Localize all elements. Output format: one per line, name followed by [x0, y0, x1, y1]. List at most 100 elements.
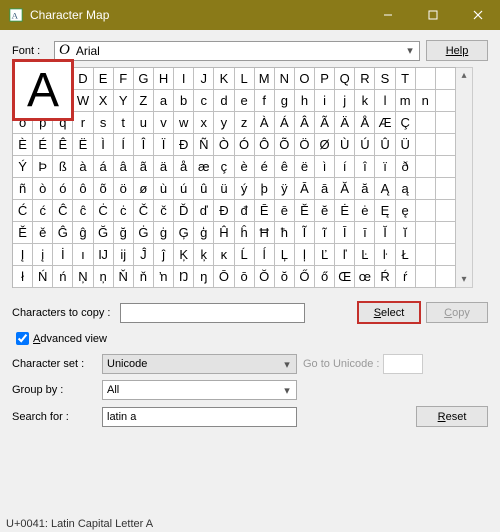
char-cell[interactable]: ð [396, 156, 416, 178]
char-cell[interactable]: Ŕ [375, 266, 395, 288]
char-cell[interactable]: ġ [154, 222, 174, 244]
char-cell[interactable]: Ë [73, 134, 93, 156]
char-cell[interactable] [436, 156, 456, 178]
char-cell[interactable]: İ [53, 244, 73, 266]
char-cell[interactable]: Ę [375, 200, 395, 222]
select-button[interactable]: Select [358, 302, 420, 323]
char-cell[interactable]: i [315, 90, 335, 112]
char-cell[interactable]: Ý [13, 156, 33, 178]
char-cell[interactable]: Ė [335, 200, 355, 222]
char-cell[interactable]: L [235, 68, 255, 90]
char-cell[interactable]: ó [53, 178, 73, 200]
character-grid[interactable]: ABCDEFGHIJKLMNOPQRST VWXYZabcdefghijklmn… [12, 67, 456, 288]
char-cell[interactable]: ú [174, 178, 194, 200]
char-cell[interactable] [416, 156, 436, 178]
char-cell[interactable]: į [33, 244, 53, 266]
char-cell[interactable]: ę [396, 200, 416, 222]
char-cell[interactable]: H [154, 68, 174, 90]
char-cell[interactable]: ĵ [154, 244, 174, 266]
char-cell[interactable]: ā [315, 178, 335, 200]
reset-button[interactable]: Reset [416, 406, 488, 427]
char-cell[interactable]: č [154, 200, 174, 222]
char-cell[interactable]: ŕ [396, 266, 416, 288]
char-cell[interactable]: â [114, 156, 134, 178]
char-cell[interactable]: Î [134, 134, 154, 156]
char-cell[interactable]: ł [13, 266, 33, 288]
char-cell[interactable]: W [73, 90, 93, 112]
char-cell[interactable]: ü [214, 178, 234, 200]
char-cell[interactable]: Ó [235, 134, 255, 156]
char-cell[interactable]: Ĉ [53, 200, 73, 222]
char-cell[interactable]: Ù [335, 134, 355, 156]
grid-scrollbar[interactable]: ▴ ▾ [456, 67, 473, 288]
char-cell[interactable]: ï [375, 156, 395, 178]
char-cell[interactable]: Ď [174, 200, 194, 222]
char-cell[interactable]: ĸ [214, 244, 234, 266]
char-cell[interactable]: ħ [275, 222, 295, 244]
char-cell[interactable]: Ŋ [174, 266, 194, 288]
char-cell[interactable]: v [154, 112, 174, 134]
char-cell[interactable]: ç [214, 156, 234, 178]
char-cell[interactable]: à [73, 156, 93, 178]
char-cell[interactable]: Ĥ [214, 222, 234, 244]
char-cell[interactable] [436, 134, 456, 156]
char-cell[interactable]: k [355, 90, 375, 112]
char-cell[interactable]: ö [114, 178, 134, 200]
char-cell[interactable]: Ě [13, 222, 33, 244]
char-cell[interactable] [416, 266, 436, 288]
char-cell[interactable]: Ĭ [375, 222, 395, 244]
help-button[interactable]: Help [426, 40, 488, 61]
char-cell[interactable]: ä [154, 156, 174, 178]
char-cell[interactable]: ō [235, 266, 255, 288]
char-cell[interactable]: h [295, 90, 315, 112]
char-cell[interactable]: X [94, 90, 114, 112]
char-cell[interactable] [416, 68, 436, 90]
char-cell[interactable]: ğ [114, 222, 134, 244]
char-cell[interactable]: ø [134, 178, 154, 200]
char-cell[interactable]: Ñ [194, 134, 214, 156]
char-cell[interactable]: Í [114, 134, 134, 156]
char-cell[interactable]: é [255, 156, 275, 178]
char-cell[interactable]: Û [375, 134, 395, 156]
char-cell[interactable]: S [375, 68, 395, 90]
char-cell[interactable]: ċ [114, 200, 134, 222]
char-cell[interactable]: ē [275, 200, 295, 222]
char-cell[interactable]: Č [134, 200, 154, 222]
char-cell[interactable]: ĭ [396, 222, 416, 244]
char-cell[interactable]: ı [73, 244, 93, 266]
char-cell[interactable]: œ [355, 266, 375, 288]
char-cell[interactable]: Ī [335, 222, 355, 244]
char-cell[interactable]: u [134, 112, 154, 134]
char-cell[interactable]: Ġ [134, 222, 154, 244]
char-cell[interactable]: Ö [295, 134, 315, 156]
char-cell[interactable]: Ń [33, 266, 53, 288]
char-cell[interactable]: Ĳ [94, 244, 114, 266]
char-cell[interactable]: Ä [335, 112, 355, 134]
char-cell[interactable]: È [13, 134, 33, 156]
char-cell[interactable]: ĝ [73, 222, 93, 244]
char-cell[interactable]: í [335, 156, 355, 178]
char-cell[interactable]: Ĕ [295, 200, 315, 222]
char-cell[interactable]: m [396, 90, 416, 112]
char-cell[interactable]: Ã [315, 112, 335, 134]
char-cell[interactable]: þ [255, 178, 275, 200]
char-cell[interactable]: ý [235, 178, 255, 200]
scroll-down-icon[interactable]: ▾ [461, 272, 466, 287]
char-cell[interactable]: Ň [114, 266, 134, 288]
char-cell[interactable]: g [275, 90, 295, 112]
char-cell[interactable]: Z [134, 90, 154, 112]
char-cell[interactable]: j [335, 90, 355, 112]
char-cell[interactable]: Ľ [315, 244, 335, 266]
char-cell[interactable] [436, 200, 456, 222]
char-cell[interactable]: Ħ [255, 222, 275, 244]
char-cell[interactable]: y [214, 112, 234, 134]
char-cell[interactable]: Œ [335, 266, 355, 288]
char-cell[interactable]: À [255, 112, 275, 134]
char-cell[interactable]: ì [315, 156, 335, 178]
char-cell[interactable] [436, 222, 456, 244]
char-cell[interactable]: ù [154, 178, 174, 200]
char-cell[interactable] [416, 112, 436, 134]
char-cell[interactable]: Ģ [174, 222, 194, 244]
char-cell[interactable]: ã [134, 156, 154, 178]
advanced-view-label[interactable]: Advanced view [33, 333, 107, 345]
